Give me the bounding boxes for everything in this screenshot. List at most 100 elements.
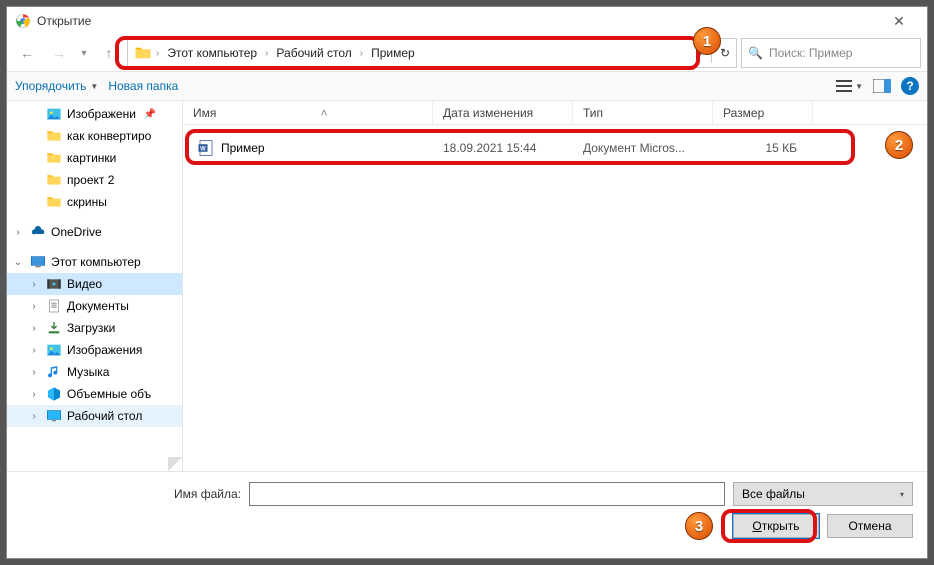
file-name: Пример bbox=[221, 141, 265, 155]
tree-item[interactable]: › Изображения bbox=[7, 339, 182, 361]
breadcrumb-desktop[interactable]: Рабочий стол bbox=[272, 44, 355, 62]
cancel-button[interactable]: Отмена bbox=[827, 514, 913, 538]
chevron-right-icon: › bbox=[265, 48, 268, 59]
up-button[interactable]: ↑ bbox=[95, 39, 123, 67]
column-name[interactable]: Имя˄ bbox=[183, 101, 433, 124]
folder-icon bbox=[134, 44, 152, 62]
tree-item[interactable]: › Загрузки bbox=[7, 317, 182, 339]
file-open-dialog: Открытие ✕ ← → ▾ ↑ › Этот компьютер › Ра… bbox=[6, 6, 928, 559]
column-date[interactable]: Дата изменения bbox=[433, 101, 573, 124]
breadcrumb-folder[interactable]: Пример bbox=[367, 44, 419, 62]
forward-button[interactable]: → bbox=[45, 39, 73, 67]
downloads-icon bbox=[45, 320, 63, 336]
tree-label: Документы bbox=[67, 299, 129, 313]
tree-twisty[interactable]: › bbox=[27, 323, 41, 334]
file-row[interactable]: W Пример 18.09.2021 15:44 Документ Micro… bbox=[187, 133, 923, 163]
search-icon: 🔍 bbox=[748, 46, 763, 60]
tree-label: OneDrive bbox=[51, 225, 102, 239]
tree-label: Загрузки bbox=[67, 321, 115, 335]
tree-label: Рабочий стол bbox=[67, 409, 142, 423]
chrome-icon bbox=[15, 13, 31, 29]
help-button[interactable]: ? bbox=[901, 77, 919, 95]
column-type[interactable]: Тип bbox=[573, 101, 713, 124]
tree-label: Изображения bbox=[67, 343, 142, 357]
back-button[interactable]: ← bbox=[13, 39, 41, 67]
tree-item[interactable]: › Музыка bbox=[7, 361, 182, 383]
chevron-down-icon: ▾ bbox=[900, 490, 904, 499]
desktop-icon bbox=[45, 408, 63, 424]
svg-text:W: W bbox=[200, 146, 206, 152]
file-type: Документ Micros... bbox=[573, 141, 713, 155]
column-headers[interactable]: Имя˄ Дата изменения Тип Размер bbox=[183, 101, 927, 125]
tree-twisty[interactable]: › bbox=[11, 227, 25, 238]
pictures-icon bbox=[45, 106, 63, 122]
tree-item[interactable]: › OneDrive bbox=[7, 221, 182, 243]
refresh-button[interactable]: ↻ bbox=[720, 46, 730, 60]
tree-twisty[interactable]: › bbox=[27, 301, 41, 312]
file-list: Имя˄ Дата изменения Тип Размер W Пример … bbox=[183, 101, 927, 471]
nav-row: ← → ▾ ↑ › Этот компьютер › Рабочий стол … bbox=[7, 35, 927, 71]
tree-item[interactable]: как конвертиро bbox=[7, 125, 182, 147]
open-button[interactable]: Открыть bbox=[733, 514, 819, 538]
3d-icon bbox=[45, 386, 63, 402]
tree-item[interactable]: скрины bbox=[7, 191, 182, 213]
column-size[interactable]: Размер bbox=[713, 101, 813, 124]
filetype-filter[interactable]: Все файлы▾ bbox=[733, 482, 913, 506]
window-title: Открытие bbox=[37, 14, 91, 28]
chevron-right-icon: › bbox=[156, 48, 159, 59]
address-dropdown-icon[interactable]: ▾ bbox=[698, 48, 703, 59]
tree-item[interactable]: проект 2 bbox=[7, 169, 182, 191]
filename-label: Имя файла: bbox=[21, 487, 241, 501]
tree-twisty[interactable]: › bbox=[27, 367, 41, 378]
pin-icon: 📌 bbox=[144, 109, 156, 120]
bottom-panel: Имя файла: Все файлы▾ Открыть Отмена 3 bbox=[7, 472, 927, 558]
tree-label: скрины bbox=[67, 195, 107, 209]
video-icon bbox=[45, 276, 63, 292]
tree-item[interactable]: › Документы bbox=[7, 295, 182, 317]
tree-item[interactable]: картинки bbox=[7, 147, 182, 169]
music-icon bbox=[45, 364, 63, 380]
recent-dropdown[interactable]: ▾ bbox=[77, 39, 91, 67]
tree-label: Этот компьютер bbox=[51, 255, 141, 269]
titlebar: Открытие ✕ bbox=[7, 7, 927, 35]
sidebar: Изображени📌 как конвертиро картинки проект … bbox=[7, 101, 183, 471]
file-size: 15 КБ bbox=[713, 141, 813, 155]
organize-button[interactable]: Упорядочить▼ bbox=[15, 79, 98, 93]
folder-icon bbox=[45, 172, 63, 188]
search-box[interactable]: 🔍 Поиск: Пример bbox=[741, 38, 921, 68]
tree-item[interactable]: › Рабочий стол bbox=[7, 405, 182, 427]
preview-pane-button[interactable] bbox=[873, 79, 891, 93]
tree-label: Музыка bbox=[67, 365, 109, 379]
tree-item[interactable]: ⌄ Этот компьютер bbox=[7, 251, 182, 273]
step-marker-3: 3 bbox=[685, 512, 713, 540]
tree-label: картинки bbox=[67, 151, 116, 165]
tree-twisty[interactable]: ⌄ bbox=[11, 257, 25, 268]
close-button[interactable]: ✕ bbox=[879, 13, 919, 30]
filename-input[interactable] bbox=[249, 482, 725, 506]
tree-twisty[interactable]: › bbox=[27, 279, 41, 290]
onedrive-icon bbox=[29, 224, 47, 240]
tree-twisty[interactable]: › bbox=[27, 345, 41, 356]
tree-twisty[interactable]: › bbox=[27, 389, 41, 400]
thispc-icon bbox=[29, 254, 47, 270]
view-options-button[interactable]: ▼ bbox=[836, 79, 863, 93]
tree-label: проект 2 bbox=[67, 173, 114, 187]
pictures-icon bbox=[45, 342, 63, 358]
tree-item[interactable]: › Видео bbox=[7, 273, 182, 295]
toolbar: Упорядочить▼ Новая папка ▼ ? bbox=[7, 71, 927, 101]
word-doc-icon: W bbox=[197, 139, 215, 157]
tree-label: Объемные объ bbox=[67, 387, 151, 401]
tree-item[interactable]: Изображени📌 bbox=[7, 103, 182, 125]
breadcrumb-thispc[interactable]: Этот компьютер bbox=[163, 44, 261, 62]
folder-icon bbox=[45, 150, 63, 166]
tree-label: как конвертиро bbox=[67, 129, 151, 143]
search-placeholder: Поиск: Пример bbox=[769, 46, 853, 60]
folder-icon bbox=[45, 128, 63, 144]
main-area: Изображени📌 как конвертиро картинки проект … bbox=[7, 101, 927, 472]
tree-label: Видео bbox=[67, 277, 102, 291]
address-bar[interactable]: › Этот компьютер › Рабочий стол › Пример… bbox=[127, 38, 737, 68]
chevron-right-icon: › bbox=[360, 48, 363, 59]
tree-item[interactable]: › Объемные объ bbox=[7, 383, 182, 405]
new-folder-button[interactable]: Новая папка bbox=[108, 79, 178, 93]
tree-twisty[interactable]: › bbox=[27, 411, 41, 422]
